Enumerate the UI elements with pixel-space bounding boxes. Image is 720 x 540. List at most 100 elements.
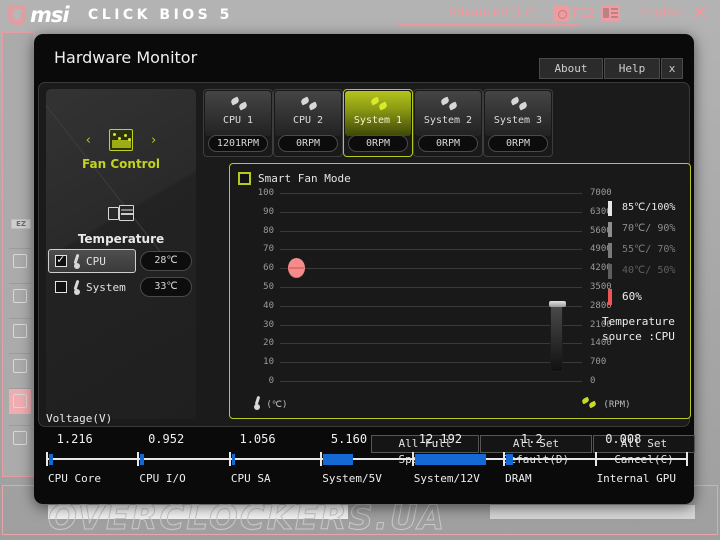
gridline xyxy=(280,211,582,213)
sidebar-ez-mode-button[interactable]: EZ xyxy=(11,219,31,229)
gridline xyxy=(280,287,582,288)
prev-arrow-icon[interactable]: ‹ xyxy=(85,133,93,148)
temperature-label: Temperature xyxy=(77,232,165,246)
next-arrow-icon[interactable]: › xyxy=(150,133,158,148)
temperature-source-text: Temperature source :CPU xyxy=(602,315,675,343)
hardware-monitor-dialog: Hardware Monitor About Help x ‹ › Fan Co… xyxy=(34,34,695,504)
temp-axis-unit: (℃) xyxy=(266,400,288,410)
thermometer-icon xyxy=(254,396,261,410)
help-button[interactable]: Help xyxy=(604,58,660,79)
graph-legend: 85℃/100% 70℃/ 90% 55℃/ 70% 40℃/ 50% xyxy=(608,199,688,283)
voltage-title: Voltage(V) xyxy=(46,412,113,425)
favorites-list-icon[interactable] xyxy=(601,5,620,21)
system-temp-label: System xyxy=(86,281,126,294)
voltage-bar xyxy=(231,454,236,465)
gridline xyxy=(280,324,582,326)
y-axis-tick: 40 xyxy=(263,300,274,311)
fan-control-icon xyxy=(109,129,133,151)
y-axis-tick: 90 xyxy=(263,206,274,217)
temp-row-cpu[interactable]: CPU 28℃ xyxy=(46,249,196,273)
voltage-bar xyxy=(49,454,54,465)
fan-tab-label: System 1 xyxy=(353,115,403,126)
plot-area[interactable]: 100 7000 90 6300 80 5600 70 4900 60 4200 50 3500 40 2… xyxy=(258,188,612,386)
temp-row-system[interactable]: System 33℃ xyxy=(46,275,196,299)
fan-tab-system-1[interactable]: System 1 0RPM xyxy=(343,89,413,168)
voltage-rail-label: CPU I/O xyxy=(139,472,186,485)
dialog-close-button[interactable]: x xyxy=(661,58,683,79)
y-axis-tick: 30 xyxy=(263,319,274,330)
fan-tab-cpu-1[interactable]: CPU 1 1201RPM xyxy=(203,89,273,157)
legend-item: 55℃/ 70% xyxy=(608,241,688,262)
close-icon[interactable]: ✕ xyxy=(692,2,708,24)
voltage-rail-label: DRAM xyxy=(505,472,532,485)
voltage-rail-label: Internal GPU xyxy=(596,472,677,485)
sidebar-item-hardware-monitor[interactable] xyxy=(9,388,31,414)
advanced-mode-button[interactable]: Advanced (F7) xyxy=(432,5,552,19)
voltage-tick xyxy=(686,452,688,466)
legend-swatch xyxy=(608,243,612,258)
voltage-value: 1.056 xyxy=(239,432,276,446)
dialog-title: Hardware Monitor xyxy=(54,48,198,67)
voltage-tick xyxy=(503,452,506,466)
slider-handle[interactable] xyxy=(549,301,566,307)
thermometer-icon xyxy=(73,280,81,295)
gridline xyxy=(280,305,582,307)
sidebar-item-boot[interactable] xyxy=(9,283,31,309)
cpu-temp-checkbox[interactable] xyxy=(55,252,67,267)
voltage-tick xyxy=(320,452,323,466)
cpu-temp-label: CPU xyxy=(86,255,106,268)
bios-left-sidebar: EZ xyxy=(2,32,34,477)
msi-brand-text: msi xyxy=(30,3,70,27)
y-axis-tick: 50 xyxy=(263,282,274,292)
y2-axis-tick: 700 xyxy=(590,357,607,368)
voltage-value: 0.952 xyxy=(148,432,185,446)
y-axis-tick: 60 xyxy=(263,263,274,274)
rpm-axis-unit: (RPM) xyxy=(603,400,631,410)
camera-icon[interactable] xyxy=(553,6,570,21)
voltage-rail-label: System/5V xyxy=(322,472,382,485)
legend-item: 70℃/ 90% xyxy=(608,220,688,241)
gridline xyxy=(280,249,582,251)
voltage-value: 0.008 xyxy=(605,432,642,446)
current-percent-value: 60% xyxy=(622,290,642,303)
legend-swatch xyxy=(608,264,612,279)
y2-axis-tick: 0 xyxy=(590,376,596,386)
cpu-temp-value: 28℃ xyxy=(140,251,192,271)
voltage-value: 1.2 xyxy=(521,432,543,446)
y-axis-tick: 20 xyxy=(263,338,274,349)
fan-control-section[interactable]: ‹ › Fan Control xyxy=(46,129,196,171)
voltage-tick xyxy=(46,452,48,466)
smart-fan-mode-checkbox[interactable] xyxy=(238,172,251,185)
about-button[interactable]: About xyxy=(539,58,603,79)
voltage-bar xyxy=(506,454,513,465)
legend-label: 55℃/ 70% xyxy=(622,244,676,255)
fan-tab-system-2[interactable]: System 2 0RPM xyxy=(413,89,483,157)
gridline xyxy=(280,268,582,270)
curve-point-marker[interactable] xyxy=(288,258,305,279)
fan-icon xyxy=(440,96,459,111)
fan-tab-label: CPU 1 xyxy=(222,115,254,126)
fan-icon xyxy=(581,396,598,409)
fan-speed-slider[interactable] xyxy=(549,301,566,372)
fan-control-label: Fan Control xyxy=(82,157,160,171)
voltage-rail-label: CPU Core xyxy=(48,472,101,485)
voltage-rail-label: System/12V xyxy=(413,472,480,485)
legend-label: 40℃/ 50% xyxy=(622,265,676,276)
temperature-chart-icon xyxy=(108,204,134,224)
sidebar-item-overclocking[interactable] xyxy=(9,353,31,379)
sidebar-item-security[interactable] xyxy=(9,318,31,344)
fan-tab-cpu-2[interactable]: CPU 2 0RPM xyxy=(273,89,343,157)
y-axis-tick: 100 xyxy=(257,188,274,198)
sidebar-item-settings[interactable] xyxy=(9,248,31,274)
gridline xyxy=(280,230,582,232)
fan-tab-rpm: 1201RPM xyxy=(208,135,268,152)
fan-icon xyxy=(510,96,529,111)
thermometer-icon xyxy=(73,254,81,269)
language-selector[interactable]: English xyxy=(640,5,683,19)
fan-icon xyxy=(230,96,249,111)
system-temp-checkbox[interactable] xyxy=(55,281,67,293)
smart-fan-mode-label: Smart Fan Mode xyxy=(258,172,351,185)
voltage-bar xyxy=(140,454,144,465)
legend-label: 70℃/ 90% xyxy=(622,223,676,234)
fan-tab-system-3[interactable]: System 3 0RPM xyxy=(483,89,553,157)
